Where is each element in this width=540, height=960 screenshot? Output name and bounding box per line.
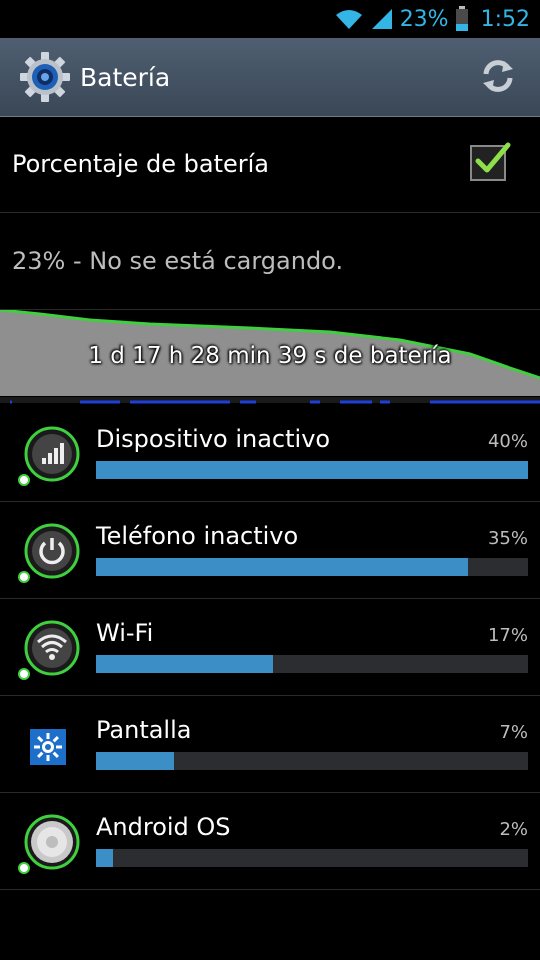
usage-bar-fill xyxy=(96,558,468,576)
wifi-usage-icon xyxy=(16,618,80,682)
status-icons: 23% 1:52 xyxy=(334,4,530,34)
usage-item-name: Wi-Fi xyxy=(96,619,154,647)
clock: 1:52 xyxy=(480,6,530,32)
wifi-icon xyxy=(334,7,364,31)
usage-item[interactable]: Wi-Fi 17% xyxy=(0,599,540,696)
usage-item-name: Pantalla xyxy=(96,716,192,744)
usage-item-name: Teléfono inactivo xyxy=(96,522,299,550)
usage-bar xyxy=(96,752,528,770)
usage-item[interactable]: Android OS 2% xyxy=(0,793,540,890)
usage-item-percent: 35% xyxy=(487,528,528,549)
usage-bar-fill xyxy=(96,655,274,673)
refresh-icon[interactable] xyxy=(478,56,518,96)
usage-bar xyxy=(96,849,528,867)
battery-history-graph[interactable]: 1 d 17 h 28 min 39 s de batería xyxy=(0,308,540,405)
battery-percentage-checkbox[interactable] xyxy=(470,142,511,181)
usage-item[interactable]: Pantalla 7% xyxy=(0,696,540,793)
usage-item-percent: 2% xyxy=(499,819,528,840)
usage-item-percent: 17% xyxy=(487,625,528,646)
usage-bar xyxy=(96,461,528,479)
usage-item[interactable]: Teléfono inactivo 35% xyxy=(0,502,540,599)
usage-item-name: Android OS xyxy=(96,813,231,841)
usage-item-percent: 7% xyxy=(499,722,528,743)
usage-item-name: Dispositivo inactivo xyxy=(96,425,331,453)
usage-bar-fill xyxy=(96,849,114,867)
signal-icon xyxy=(370,7,394,31)
usage-bar xyxy=(96,655,528,673)
status-bar: 23% 1:52 xyxy=(0,0,540,38)
battery-status-row: 23% - No se está cargando. xyxy=(0,213,540,310)
usage-item[interactable]: Dispositivo inactivo 40% xyxy=(0,405,540,502)
screen-brightness-icon xyxy=(16,715,80,779)
phone-idle-power-icon xyxy=(16,521,80,585)
action-bar: Batería xyxy=(0,38,540,117)
battery-percent-text: 23% xyxy=(399,6,449,32)
usage-bar-fill xyxy=(96,461,528,479)
battery-icon xyxy=(455,6,469,32)
android-os-icon xyxy=(16,812,80,876)
usage-bar-fill xyxy=(96,752,174,770)
battery-percentage-setting[interactable]: Porcentaje de batería xyxy=(0,116,540,213)
battery-status-text: 23% - No se está cargando. xyxy=(12,247,344,275)
settings-gear-icon[interactable] xyxy=(18,50,72,104)
page-title: Batería xyxy=(80,62,171,92)
battery-duration-caption: 1 d 17 h 28 min 39 s de batería xyxy=(88,343,452,369)
battery-percentage-label: Porcentaje de batería xyxy=(12,150,269,178)
usage-item-percent: 40% xyxy=(487,431,528,452)
cell-standby-icon xyxy=(16,424,80,488)
usage-bar xyxy=(96,558,528,576)
